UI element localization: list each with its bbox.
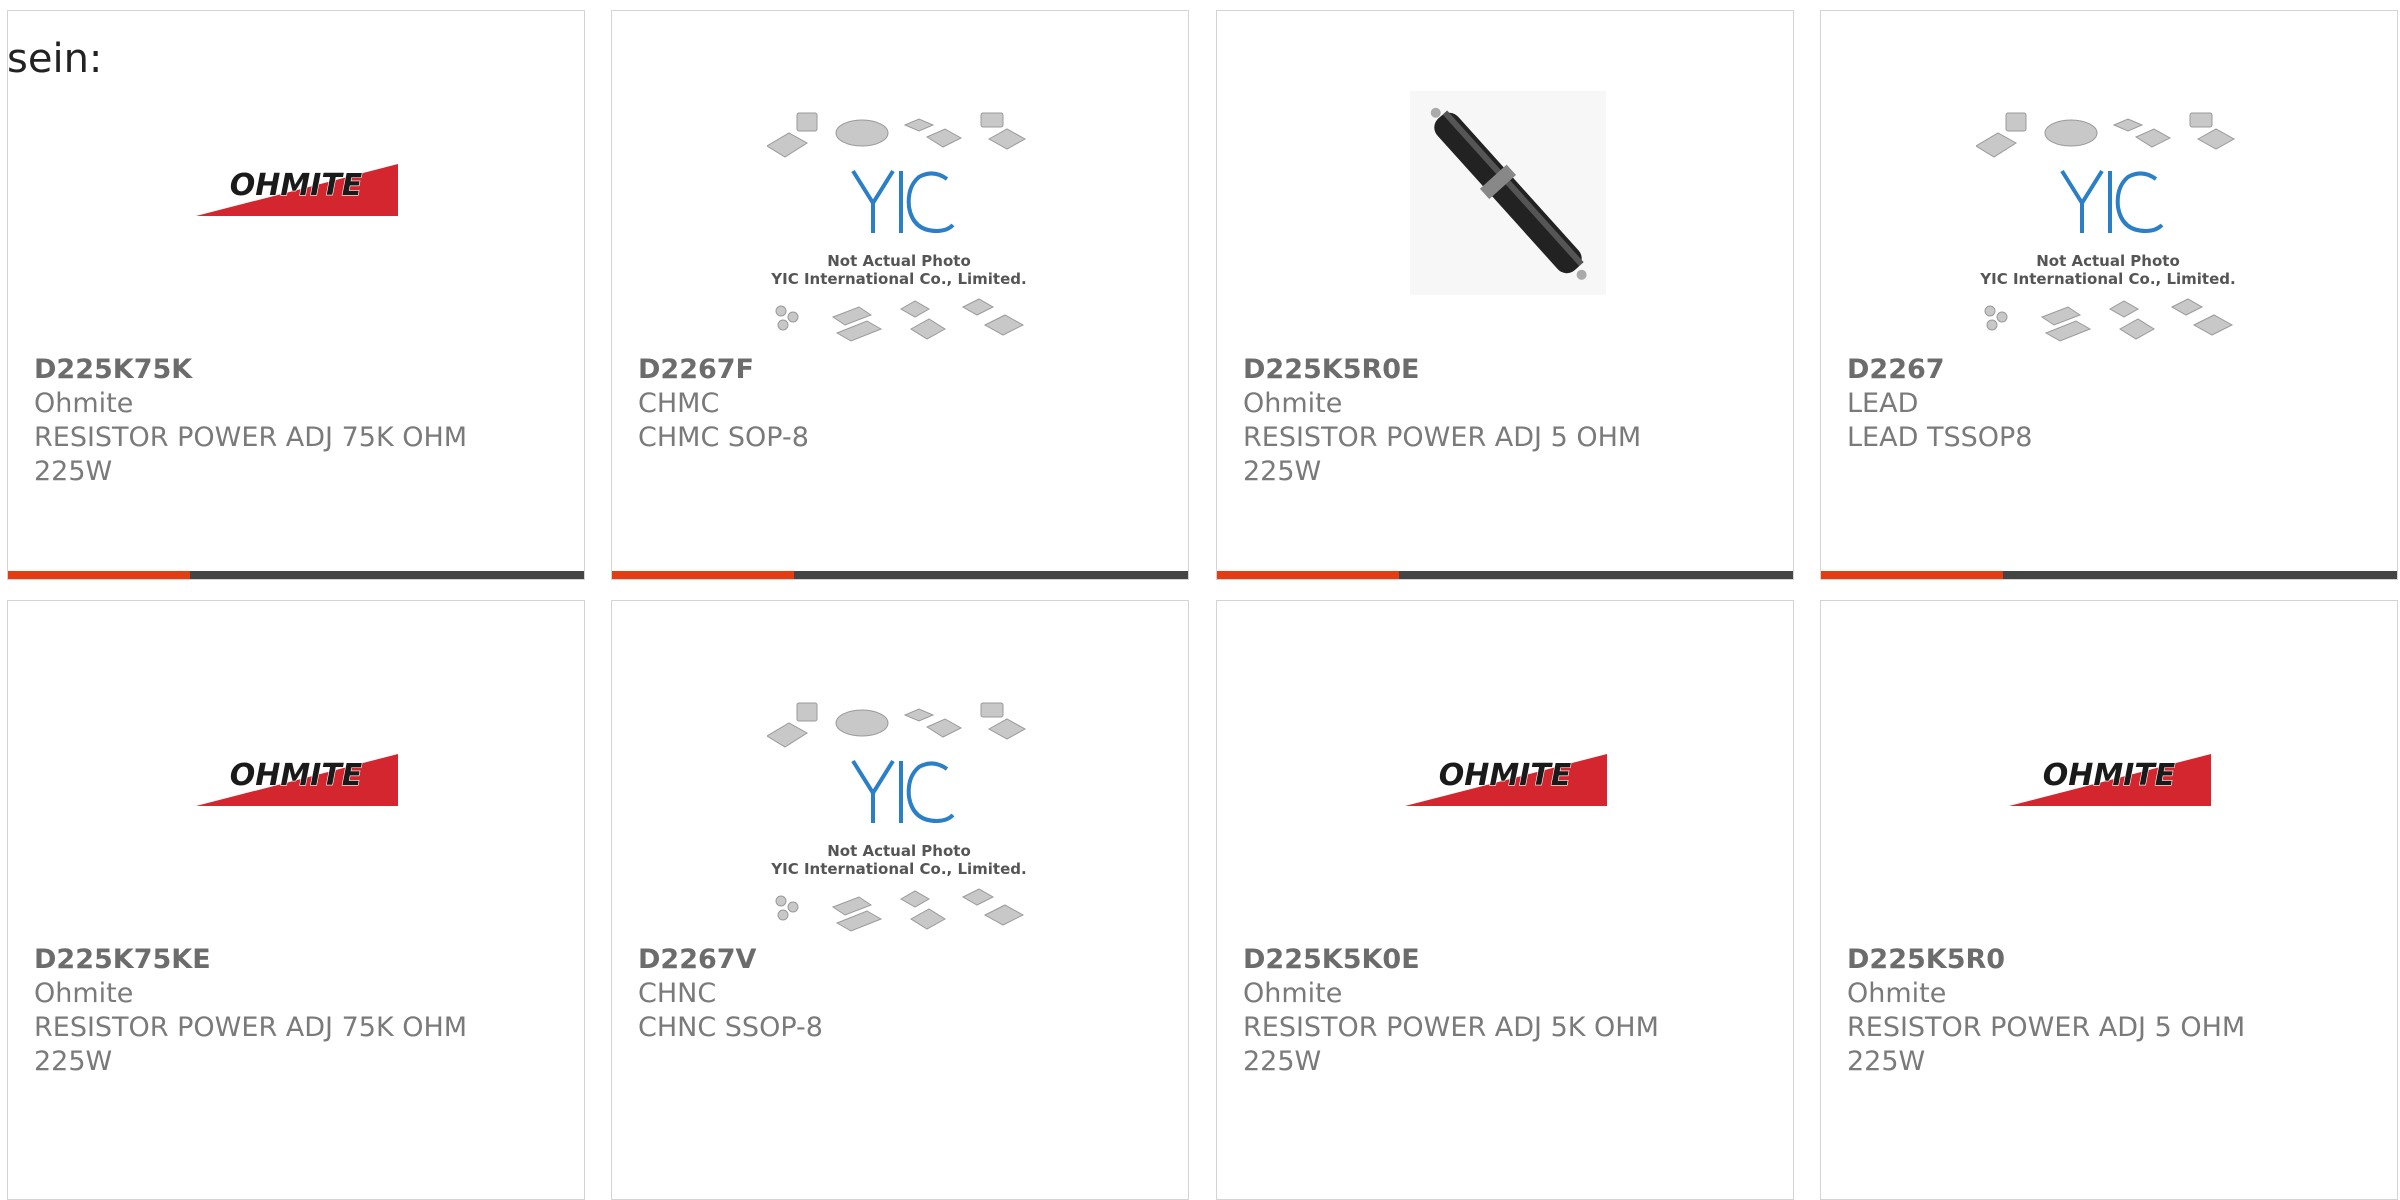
product-info: D225K75K Ohmite RESISTOR POWER ADJ 75K O… bbox=[34, 353, 564, 489]
part-number[interactable]: D2267V bbox=[638, 943, 1168, 977]
intro-text: sein: bbox=[7, 36, 103, 82]
description: RESISTOR POWER ADJ 5 OHM bbox=[1847, 1012, 2246, 1043]
yic-placeholder-icon: Not Actual Photo YIC International Co., … bbox=[1976, 112, 2236, 342]
product-card[interactable]: OHMITE D225K5K0E Ohmite RESISTOR POWER A… bbox=[1216, 600, 1794, 1200]
product-info: D225K75KE Ohmite RESISTOR POWER ADJ 75K … bbox=[34, 943, 564, 1079]
part-number[interactable]: D225K75KE bbox=[34, 943, 564, 977]
ohmite-logo-icon: OHMITE bbox=[196, 164, 398, 216]
product-info: D225K5K0E Ohmite RESISTOR POWER ADJ 5K O… bbox=[1243, 943, 1773, 1079]
product-card[interactable]: Not Actual Photo YIC International Co., … bbox=[1820, 10, 2398, 580]
yic-placeholder-icon: Not Actual Photo YIC International Co., … bbox=[767, 702, 1027, 932]
card-accent-bar bbox=[1217, 571, 1399, 579]
ohmite-logo-icon: OHMITE bbox=[1405, 754, 1607, 806]
ohmite-logo-icon: OHMITE bbox=[2009, 754, 2211, 806]
svg-text:Not Actual Photo: Not Actual Photo bbox=[827, 252, 971, 270]
product-info: D2267F CHMC CHMC SOP-8 bbox=[638, 353, 1168, 455]
product-image[interactable]: Not Actual Photo YIC International Co., … bbox=[612, 661, 1188, 932]
description-power: 225W bbox=[34, 1046, 113, 1077]
description: RESISTOR POWER ADJ 75K OHM bbox=[34, 422, 468, 453]
manufacturer: LEAD bbox=[1847, 388, 1919, 419]
manufacturer: CHNC bbox=[638, 978, 717, 1009]
manufacturer: Ohmite bbox=[1243, 388, 1343, 419]
part-number[interactable]: D225K5K0E bbox=[1243, 943, 1773, 977]
part-number[interactable]: D225K5R0E bbox=[1243, 353, 1773, 387]
card-accent-bar bbox=[612, 571, 794, 579]
svg-text:OHMITE: OHMITE bbox=[230, 758, 363, 793]
description-power: 225W bbox=[34, 456, 113, 487]
card-bottom-bar bbox=[8, 571, 584, 579]
product-card[interactable]: D225K5R0E Ohmite RESISTOR POWER ADJ 5 OH… bbox=[1216, 10, 1794, 580]
product-image[interactable] bbox=[1217, 71, 1793, 311]
description: RESISTOR POWER ADJ 5 OHM bbox=[1243, 422, 1642, 453]
manufacturer: Ohmite bbox=[1243, 978, 1343, 1009]
svg-text:YIC International Co., Limited: YIC International Co., Limited. bbox=[1979, 270, 2235, 288]
product-info: D2267V CHNC CHNC SSOP-8 bbox=[638, 943, 1168, 1045]
part-number[interactable]: D2267 bbox=[1847, 353, 2377, 387]
product-image[interactable]: OHMITE bbox=[1217, 661, 1793, 901]
description: CHNC SSOP-8 bbox=[638, 1012, 823, 1043]
card-accent-bar bbox=[1821, 571, 2003, 579]
manufacturer: Ohmite bbox=[34, 388, 134, 419]
product-info: D2267 LEAD LEAD TSSOP8 bbox=[1847, 353, 2377, 455]
product-card[interactable]: Not Actual Photo YIC International Co., … bbox=[611, 600, 1189, 1200]
product-image[interactable]: Not Actual Photo YIC International Co., … bbox=[1821, 71, 2397, 342]
manufacturer: CHMC bbox=[638, 388, 720, 419]
yic-placeholder-icon: Not Actual Photo YIC International Co., … bbox=[767, 112, 1027, 342]
resistor-photo-icon bbox=[1410, 91, 1606, 295]
svg-text:YIC International Co., Limited: YIC International Co., Limited. bbox=[770, 860, 1026, 878]
card-bottom-bar bbox=[1217, 571, 1793, 579]
product-image[interactable]: OHMITE bbox=[1821, 661, 2397, 901]
product-card[interactable]: OHMITE D225K75KE Ohmite RESISTOR POWER A… bbox=[7, 600, 585, 1200]
svg-text:OHMITE: OHMITE bbox=[2043, 758, 2176, 793]
svg-text:YIC International Co., Limited: YIC International Co., Limited. bbox=[770, 270, 1026, 288]
product-card[interactable]: Not Actual Photo YIC International Co., … bbox=[611, 10, 1189, 580]
manufacturer: Ohmite bbox=[1847, 978, 1947, 1009]
svg-text:OHMITE: OHMITE bbox=[230, 168, 363, 203]
svg-text:Not Actual Photo: Not Actual Photo bbox=[2036, 252, 2180, 270]
description: LEAD TSSOP8 bbox=[1847, 422, 2033, 453]
svg-text:OHMITE: OHMITE bbox=[1439, 758, 1572, 793]
card-bottom-bar bbox=[612, 571, 1188, 579]
description: RESISTOR POWER ADJ 5K OHM bbox=[1243, 1012, 1659, 1043]
product-image[interactable]: OHMITE bbox=[8, 661, 584, 901]
card-bottom-bar bbox=[1821, 571, 2397, 579]
description-power: 225W bbox=[1847, 1046, 1926, 1077]
description: CHMC SOP-8 bbox=[638, 422, 809, 453]
product-image[interactable]: Not Actual Photo YIC International Co., … bbox=[612, 71, 1188, 342]
part-number[interactable]: D2267F bbox=[638, 353, 1168, 387]
product-card[interactable]: OHMITE D225K5R0 Ohmite RESISTOR POWER AD… bbox=[1820, 600, 2398, 1200]
part-number[interactable]: D225K75K bbox=[34, 353, 564, 387]
product-card[interactable]: OHMITE D225K75K Ohmite RESISTOR POWER AD… bbox=[7, 10, 585, 580]
description-power: 225W bbox=[1243, 456, 1322, 487]
description: RESISTOR POWER ADJ 75K OHM bbox=[34, 1012, 468, 1043]
description-power: 225W bbox=[1243, 1046, 1322, 1077]
product-info: D225K5R0 Ohmite RESISTOR POWER ADJ 5 OHM… bbox=[1847, 943, 2377, 1079]
card-accent-bar bbox=[8, 571, 190, 579]
svg-text:Not Actual Photo: Not Actual Photo bbox=[827, 842, 971, 860]
product-info: D225K5R0E Ohmite RESISTOR POWER ADJ 5 OH… bbox=[1243, 353, 1773, 489]
ohmite-logo-icon: OHMITE bbox=[196, 754, 398, 806]
part-number[interactable]: D225K5R0 bbox=[1847, 943, 2377, 977]
manufacturer: Ohmite bbox=[34, 978, 134, 1009]
product-image[interactable]: OHMITE bbox=[8, 71, 584, 311]
